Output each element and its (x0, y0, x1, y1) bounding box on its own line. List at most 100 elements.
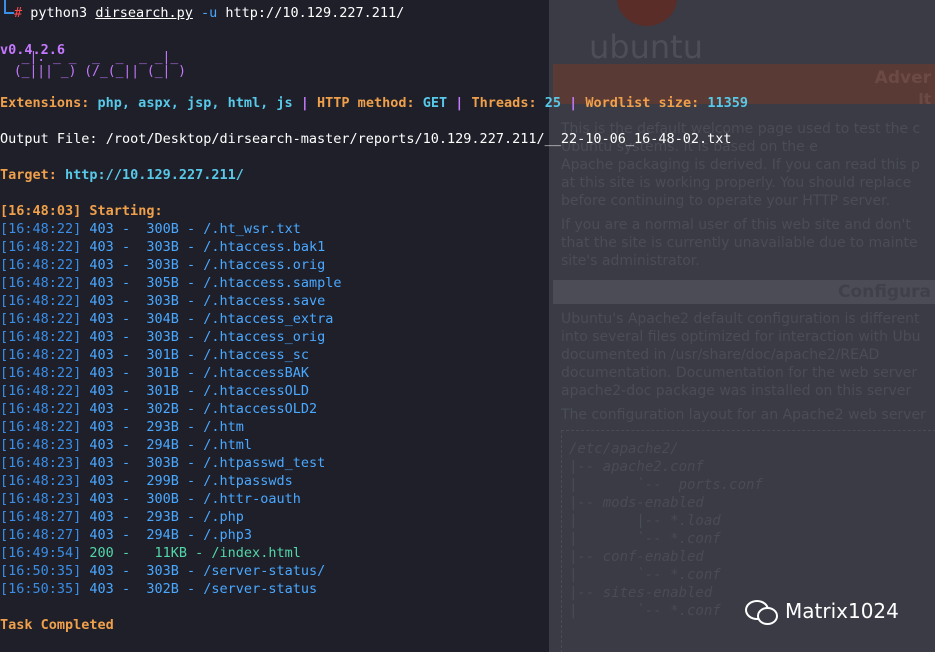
result-path: /.htm (203, 419, 244, 435)
result-dash: - (121, 293, 131, 309)
result-time: [16:48:23] (0, 473, 82, 489)
result-status: 403 (89, 509, 114, 525)
wordlist-value: 11359 (707, 95, 748, 111)
result-time: [16:48:22] (0, 311, 82, 327)
starting-line: [16:48:03] Starting: (0, 202, 163, 220)
result-dash: - (187, 275, 196, 291)
result-row: [16:49:54] 200 - 11KB - /index.html (0, 544, 301, 562)
result-path: /server-status/ (203, 563, 326, 579)
result-dash: - (187, 473, 196, 489)
result-path: /.htpasswd_test (203, 455, 326, 471)
result-status: 403 (89, 257, 114, 273)
result-status: 403 (89, 419, 114, 435)
result-size: 303B (146, 563, 179, 579)
result-size: 293B (146, 509, 179, 525)
result-dash: - (121, 473, 131, 489)
result-dash: - (121, 419, 131, 435)
result-dash: - (121, 581, 131, 597)
result-row: [16:48:22] 403 - 301B - /.htaccess_sc (0, 346, 309, 364)
result-dash: - (187, 581, 196, 597)
result-path: /.htaccess_sc (203, 347, 309, 363)
result-row: [16:48:23] 403 - 299B - /.htpasswds (0, 472, 293, 490)
result-path: /.htaccessBAK (203, 365, 309, 381)
config-tree-code: /etc/apache2/ |-- apache2.conf | `-- por… (569, 441, 763, 619)
result-path: /.httr-oauth (203, 491, 301, 507)
result-status: 403 (89, 473, 114, 489)
result-size: 303B (146, 239, 179, 255)
result-time: [16:48:27] (0, 527, 82, 543)
result-dash: - (121, 347, 131, 363)
result-row: [16:48:23] 403 - 294B - /.html (0, 436, 252, 454)
result-time: [16:48:27] (0, 509, 82, 525)
result-time: [16:49:54] (0, 545, 82, 561)
result-row: [16:48:22] 403 - 304B - /.htaccess_extra (0, 310, 333, 328)
command-interpreter: python3 (30, 5, 88, 21)
result-row: [16:48:23] 403 - 300B - /.httr-oauth (0, 490, 301, 508)
result-status: 403 (89, 293, 114, 309)
separator: | (569, 95, 578, 111)
config-paragraph: Ubuntu's Apache2 default configuration i… (561, 311, 921, 399)
result-row: [16:48:22] 403 - 303B - /.htaccess.bak1 (0, 238, 325, 256)
starting-label: Starting: (89, 203, 163, 219)
result-dash: - (121, 545, 131, 561)
output-file-path: /root/Desktop/dirsearch-master/reports/1… (105, 131, 732, 147)
result-status: 403 (89, 311, 114, 327)
wechat-icon (745, 598, 778, 625)
result-size: 305B (146, 275, 179, 291)
result-row: [16:48:22] 403 - 302B - /.htaccessOLD2 (0, 400, 317, 418)
result-size: 303B (146, 455, 179, 471)
result-dash: - (187, 293, 196, 309)
result-size: 294B (146, 527, 179, 543)
result-dash: - (187, 257, 196, 273)
result-status: 403 (89, 365, 114, 381)
method-label: HTTP method: (317, 95, 415, 111)
separator: | (455, 95, 464, 111)
result-status: 403 (89, 401, 114, 417)
result-time: [16:48:23] (0, 437, 82, 453)
result-dash: - (187, 419, 196, 435)
result-path: /.htaccessOLD2 (203, 401, 318, 417)
result-dash: - (187, 311, 196, 327)
task-completed: Task Completed (0, 617, 114, 633)
threads-value: 25 (544, 95, 561, 111)
wordlist-label: Wordlist size: (585, 95, 700, 111)
watermark-text: Matrix1024 (785, 599, 899, 623)
result-row: [16:48:22] 403 - 303B - /.htaccess.orig (0, 256, 325, 274)
result-status: 403 (89, 221, 114, 237)
result-status: 403 (89, 275, 114, 291)
banner-version: v0.4.2.6 (0, 42, 66, 58)
result-dash: - (121, 311, 131, 327)
result-dash: - (187, 437, 196, 453)
prompt-hash: # (14, 5, 23, 21)
result-dash: - (187, 347, 196, 363)
result-status: 403 (89, 329, 114, 345)
extensions-value: php, aspx, jsp, html, js (97, 95, 293, 111)
command-flag: -u (201, 5, 218, 21)
result-row: [16:48:22] 403 - 303B - /.htaccess_orig (0, 328, 325, 346)
prompt-corner-icon (4, 0, 14, 14)
target-label: Target: (0, 167, 57, 183)
result-time: [16:48:22] (0, 419, 82, 435)
result-dash: - (187, 491, 196, 507)
result-path: /.htaccess.bak1 (203, 239, 326, 255)
result-size: 293B (146, 419, 179, 435)
result-path: /.php (203, 509, 244, 525)
result-dash: - (187, 239, 196, 255)
result-size: 301B (146, 383, 179, 399)
result-size: 302B (146, 581, 179, 597)
result-time: [16:48:22] (0, 329, 82, 345)
ubuntu-logo-text: ubuntu (589, 28, 703, 66)
result-row: [16:48:22] 403 - 301B - /.htaccessBAK (0, 364, 309, 382)
result-status: 403 (89, 581, 114, 597)
result-status: 200 (89, 545, 114, 561)
result-size: 294B (146, 437, 179, 453)
result-time: [16:48:22] (0, 365, 82, 381)
result-path: /.htaccess.save (203, 293, 326, 309)
result-status: 403 (89, 563, 114, 579)
result-path: /.htaccess.sample (203, 275, 342, 291)
config-line: Extensions: php, aspx, jsp, html, js | H… (0, 94, 748, 112)
result-path: /.htaccess_extra (203, 311, 334, 327)
result-row: [16:48:27] 403 - 294B - /.php3 (0, 526, 252, 544)
terminal-window[interactable]: # python3 dirsearch.py -u http://10.129.… (0, 0, 748, 652)
result-row: [16:48:22] 403 - 293B - /.htm (0, 418, 244, 436)
